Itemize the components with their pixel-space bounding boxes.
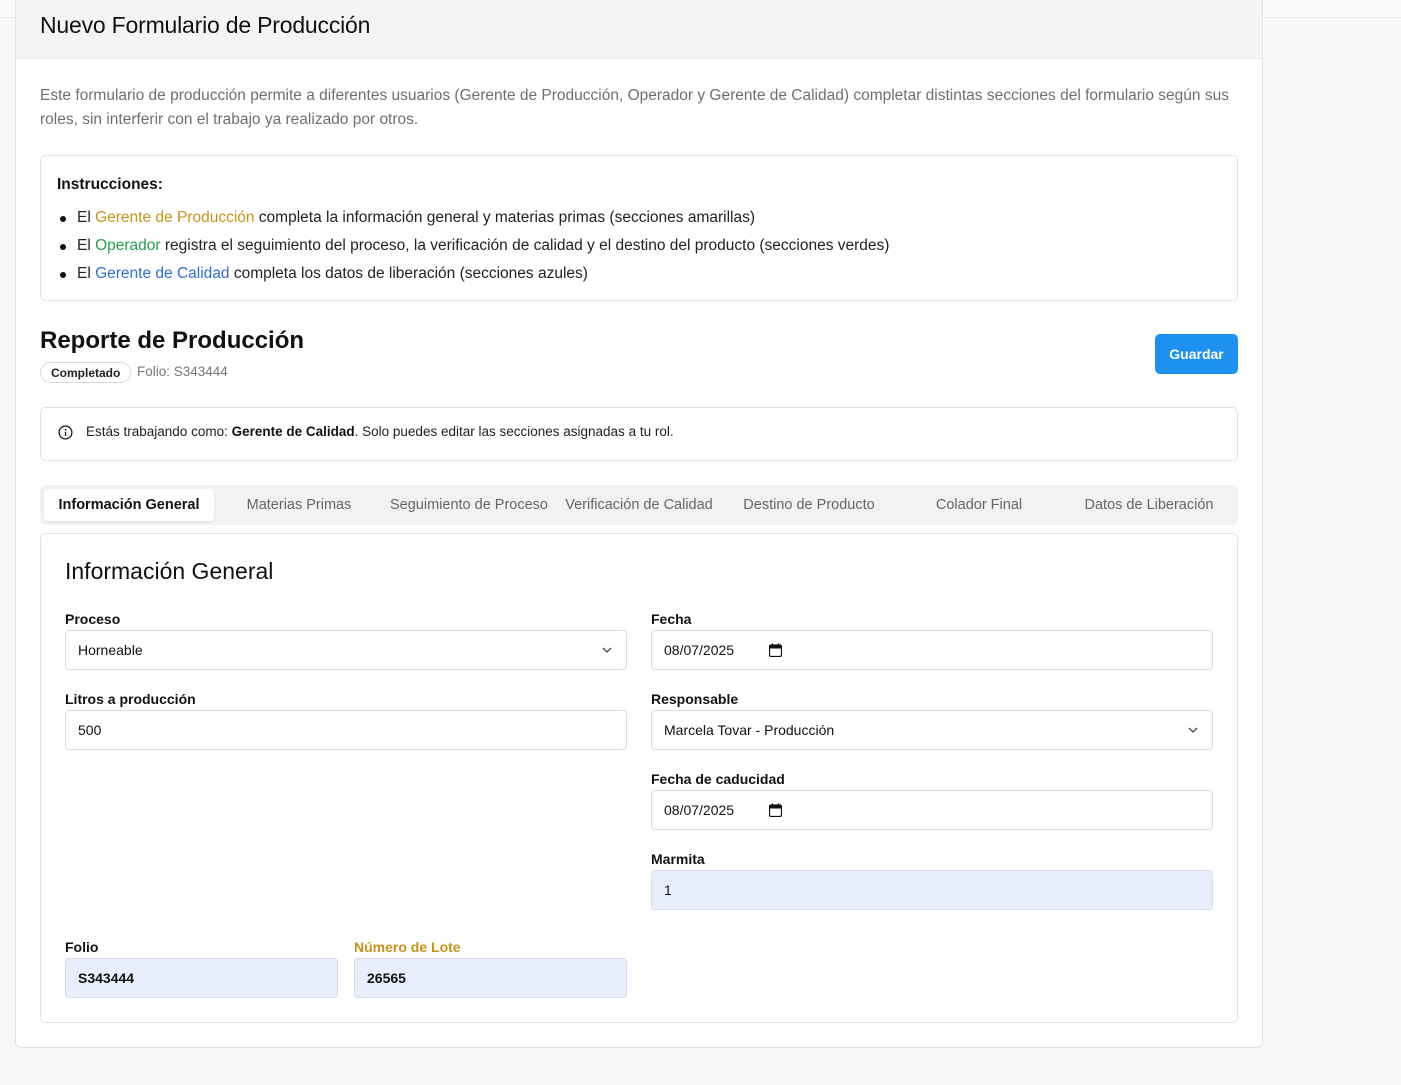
tab-seguimiento-proceso[interactable]: Seguimiento de Proceso [384, 489, 554, 521]
role-notice: Estás trabajando como: Gerente de Calida… [40, 407, 1238, 461]
calendar-icon[interactable] [769, 643, 782, 657]
current-role: Gerente de Calidad [231, 424, 355, 439]
folio-input[interactable]: S343444 [65, 958, 338, 998]
tab-colador-final[interactable]: Colador Final [894, 489, 1064, 521]
report-title: Reporte de Producción [40, 327, 305, 354]
intro-text: Este formulario de producción permite a … [40, 87, 1229, 128]
instruction-item-quality: El Gerente de Calidad completa los datos… [57, 260, 1221, 288]
proceso-label: Proceso [65, 611, 121, 627]
calendar-icon[interactable] [769, 803, 782, 817]
instruction-item-operator: El Operador registra el seguimiento del … [57, 232, 1221, 260]
form-card: Nuevo Formulario de Producción Este form… [15, 0, 1263, 1048]
tab-datos-liberacion[interactable]: Datos de Liberación [1064, 489, 1234, 521]
instructions-box: Instrucciones: El Gerente de Producción … [40, 155, 1238, 301]
chevron-down-icon [1188, 727, 1198, 733]
proceso-select[interactable]: Horneable [65, 630, 627, 670]
role-quality: Gerente de Calidad [95, 265, 230, 282]
instructions-list: El Gerente de Producción completa la inf… [57, 204, 1221, 288]
status-badge: Completado [40, 362, 132, 383]
page-title: Nuevo Formulario de Producción [40, 12, 371, 38]
general-info-section: Información General Proceso Horneable Fe… [40, 533, 1238, 1023]
report-folio: Folio: S343444 [137, 364, 228, 379]
lote-input[interactable]: 26565 [354, 958, 627, 998]
tab-verificacion-calidad[interactable]: Verificación de Calidad [554, 489, 724, 521]
litros-input[interactable]: 500 [65, 710, 627, 750]
responsable-value: Marcela Tovar - Producción [664, 722, 835, 738]
folio-label: Folio [65, 939, 99, 955]
responsable-label: Responsable [651, 691, 739, 707]
lote-label: Número de Lote [354, 939, 461, 955]
caducidad-value: 08/07/2025 [664, 802, 735, 818]
section-tabs: Información General Materias Primas Segu… [40, 485, 1238, 525]
fecha-label: Fecha [651, 611, 692, 627]
section-title: Información General [65, 558, 274, 584]
caducidad-input[interactable]: 08/07/2025 [651, 790, 1213, 830]
fecha-input[interactable]: 08/07/2025 [651, 630, 1213, 670]
save-button[interactable]: Guardar [1155, 334, 1238, 374]
tab-informacion-general[interactable]: Información General [44, 489, 214, 521]
marmita-input[interactable]: 1 [651, 870, 1213, 910]
tab-destino-producto[interactable]: Destino de Producto [724, 489, 894, 521]
caducidad-label: Fecha de caducidad [651, 771, 785, 787]
notice-text: Estás trabajando como: Gerente de Calida… [86, 424, 674, 439]
role-production: Gerente de Producción [95, 209, 255, 226]
tab-materias-primas[interactable]: Materias Primas [214, 489, 384, 521]
fecha-value: 08/07/2025 [664, 642, 735, 658]
marmita-label: Marmita [651, 851, 705, 867]
chevron-down-icon [602, 647, 612, 653]
proceso-value: Horneable [78, 642, 143, 658]
instructions-title: Instrucciones: [57, 176, 163, 193]
card-header: Nuevo Formulario de Producción [16, 0, 1262, 59]
instruction-item-production: El Gerente de Producción completa la inf… [57, 204, 1221, 232]
responsable-select[interactable]: Marcela Tovar - Producción [651, 710, 1213, 750]
info-icon [58, 425, 73, 440]
litros-label: Litros a producción [65, 691, 196, 707]
role-operator: Operador [95, 237, 161, 254]
